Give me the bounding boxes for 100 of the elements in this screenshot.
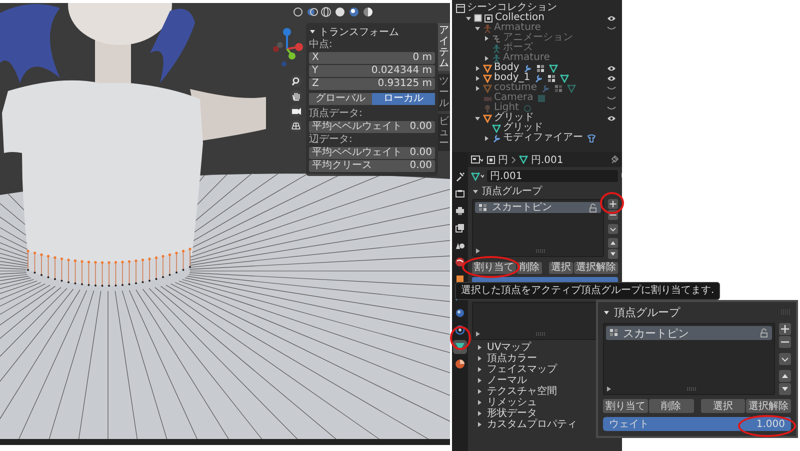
material-sphere-icon[interactable] <box>348 6 360 18</box>
group-name[interactable]: スカートピン <box>492 202 584 213</box>
chevron-down-icon[interactable] <box>779 353 791 365</box>
grid-icon[interactable] <box>290 120 302 132</box>
particles-icon[interactable] <box>453 306 467 320</box>
collapse-arrow-icon[interactable] <box>603 308 610 316</box>
eye-closed-icon[interactable] <box>607 94 616 102</box>
outliner-item[interactable]: costume <box>494 83 537 93</box>
value-field[interactable]: 平均ベベルウェイト 0.00 <box>309 147 435 159</box>
space-toggle-button[interactable]: グローバル <box>309 93 372 105</box>
expand-arrow-icon[interactable] <box>474 64 481 72</box>
eye-icon[interactable] <box>607 114 616 122</box>
outliner-item[interactable]: グリッド <box>494 113 534 123</box>
expand-arrow-icon[interactable] <box>475 248 481 254</box>
printer-icon[interactable] <box>453 204 467 218</box>
expand-arrow-icon[interactable] <box>476 355 483 362</box>
breadcrumb-label[interactable]: 円.001 <box>531 152 564 166</box>
outliner-item[interactable]: Armature <box>503 53 550 63</box>
coordinate-field[interactable]: Y 0.024344 m <box>309 65 435 77</box>
coordinate-field[interactable]: X 0 m <box>309 52 435 64</box>
expand-arrow-icon[interactable] <box>476 410 483 417</box>
camera-icon[interactable] <box>290 105 302 117</box>
solid-sphere-icon[interactable] <box>334 6 346 18</box>
chevron-down-icon[interactable] <box>608 224 618 234</box>
sidebar-tab[interactable]: ビュー <box>438 114 450 151</box>
expand-arrow-icon[interactable] <box>474 84 481 92</box>
space-toggle-button[interactable]: ローカル <box>372 93 435 105</box>
zoom-icon[interactable] <box>290 75 302 87</box>
panel-title[interactable]: 頂点カラー <box>487 353 537 364</box>
action-button[interactable]: 削除 <box>648 399 694 413</box>
add-icon[interactable] <box>779 323 791 335</box>
expand-arrow-icon[interactable] <box>483 134 490 142</box>
panel-title[interactable]: 形状データ <box>487 408 537 419</box>
hand-icon[interactable] <box>290 90 302 102</box>
panel-title[interactable]: トランスフォーム <box>319 24 399 38</box>
breadcrumb-label[interactable]: 円 <box>498 152 508 166</box>
weight-slider[interactable]: ウェイト 1.000 <box>603 417 791 431</box>
eye-icon[interactable] <box>607 64 616 72</box>
mesh-data-icon[interactable] <box>471 172 484 180</box>
value-field[interactable]: 平均ベベルウェイト 0.00 <box>309 121 435 133</box>
outliner-item[interactable]: ポーズ <box>503 43 533 53</box>
collapse-arrow-icon[interactable] <box>465 14 472 22</box>
expand-arrow-icon[interactable] <box>476 388 483 395</box>
view-icon[interactable] <box>292 6 304 18</box>
outliner-item[interactable]: Camera <box>494 93 534 103</box>
value-field[interactable]: 平均クリース 0.00 <box>309 160 435 172</box>
material-sphere-icon[interactable] <box>453 357 467 371</box>
editor-type-icon[interactable] <box>471 154 483 164</box>
expand-arrow-icon[interactable] <box>476 377 483 384</box>
outliner-item[interactable]: body_1 <box>494 73 530 83</box>
resize-grip-icon[interactable] <box>536 332 546 336</box>
eye-closed-icon[interactable] <box>607 24 616 32</box>
axis-gizmo-icon[interactable] <box>270 27 304 67</box>
outliner-item[interactable]: Armature <box>494 23 541 33</box>
sidebar-tab[interactable]: アイテム <box>438 23 450 71</box>
eye-icon[interactable] <box>607 74 616 82</box>
panel-title[interactable]: カスタムプロパティ <box>487 419 577 430</box>
resize-grip-icon[interactable] <box>687 387 697 391</box>
collapse-arrow-icon[interactable] <box>472 188 479 194</box>
orbit-icon[interactable] <box>453 323 467 337</box>
move-down-icon[interactable] <box>608 249 618 259</box>
expand-arrow-icon[interactable] <box>483 54 490 62</box>
globe-icon[interactable] <box>453 255 467 269</box>
coordinate-field[interactable]: Z 0.93125 m <box>309 78 435 90</box>
collapse-arrow-icon[interactable] <box>309 28 316 35</box>
move-up-icon[interactable] <box>608 238 618 248</box>
expand-arrow-icon[interactable] <box>475 331 481 337</box>
expand-arrow-icon[interactable] <box>476 421 483 428</box>
group-name[interactable]: スカートピン <box>623 326 755 340</box>
action-button[interactable]: 選択 <box>700 399 746 413</box>
panel-title[interactable]: フェイスマップ <box>487 364 557 375</box>
action-button[interactable]: 割り当て <box>472 262 516 274</box>
rendered-sphere-icon[interactable] <box>362 6 374 18</box>
outliner-item[interactable]: グリッド <box>503 123 543 133</box>
resize-grip-icon[interactable] <box>536 249 546 253</box>
collapse-arrow-icon[interactable] <box>474 114 481 122</box>
image-stack-icon[interactable] <box>453 221 467 235</box>
expand-arrow-icon[interactable] <box>606 386 612 392</box>
expand-arrow-icon[interactable] <box>474 74 481 82</box>
collapse-arrow-icon[interactable] <box>474 24 481 32</box>
lock-icon[interactable] <box>759 328 769 338</box>
eye-closed-icon[interactable] <box>607 104 616 112</box>
move-down-icon[interactable] <box>779 383 791 395</box>
remove-icon[interactable] <box>779 336 791 348</box>
expand-arrow-icon[interactable] <box>476 399 483 406</box>
outliner-item[interactable]: モディファイアー <box>503 133 583 143</box>
drag-grip-icon[interactable] <box>781 309 791 315</box>
mesh-name-field[interactable]: 円.001 <box>487 170 618 182</box>
panel-title[interactable]: UVマップ <box>487 342 532 353</box>
eye-closed-icon[interactable] <box>607 84 616 92</box>
panel-title[interactable]: 頂点グループ <box>482 184 542 198</box>
expand-arrow-icon[interactable] <box>476 366 483 373</box>
scene-collection-label[interactable]: シーンコレクション <box>467 3 557 13</box>
lock-icon[interactable] <box>588 202 598 212</box>
vertex-group-item[interactable]: スカートピン <box>475 202 601 213</box>
outliner-item[interactable]: Collection <box>495 13 544 23</box>
pin-icon[interactable] <box>610 155 619 164</box>
action-button[interactable]: 削除 <box>517 262 542 274</box>
eye-icon[interactable] <box>607 14 616 22</box>
panel-title[interactable]: 頂点グループ <box>614 304 680 320</box>
